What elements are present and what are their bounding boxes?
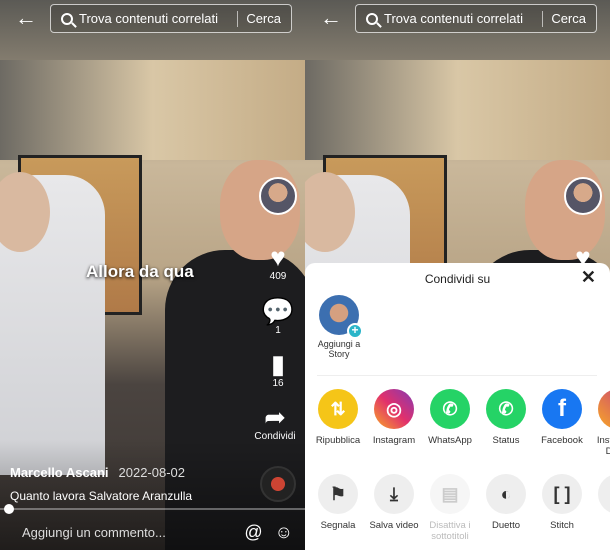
divider xyxy=(542,10,544,27)
download-icon: ⤓ xyxy=(374,474,414,514)
share-instagram-direct[interactable]: ◎ Instagram Direct xyxy=(590,389,610,457)
emoji-icon[interactable]: ☺ xyxy=(275,522,293,543)
app-label: Facebook xyxy=(541,435,583,446)
creator-avatar[interactable] xyxy=(564,177,602,215)
divider xyxy=(317,375,597,376)
share-button[interactable]: ➦ Condividi xyxy=(250,403,300,442)
post-date: 2022-08-02 xyxy=(118,465,186,480)
mention-icon[interactable]: @ xyxy=(244,522,262,543)
add-to-story-button[interactable]: + Aggiungi a Story xyxy=(315,295,363,359)
bookmark-icon: ▮ xyxy=(270,349,286,379)
action-label: Duetto xyxy=(492,520,520,531)
search-icon xyxy=(61,12,73,25)
progress-handle[interactable] xyxy=(4,504,14,514)
plus-icon: + xyxy=(347,323,363,339)
share-sheet: Condividi su ✕ + Aggiungi a Story ⇅ Ripub… xyxy=(305,263,610,550)
search-button[interactable]: Cerca xyxy=(246,11,281,26)
duet-icon: ◐ xyxy=(486,474,526,514)
avatar: + xyxy=(319,295,363,339)
whatsapp-icon: ✆ xyxy=(430,389,470,429)
facebook-icon: f xyxy=(542,389,582,429)
share-status[interactable]: ✆ Status xyxy=(478,389,534,457)
comment-button[interactable]: 💬 1 xyxy=(258,297,298,336)
share-instagram[interactable]: ◎ Instagram xyxy=(366,389,422,457)
comment-count: 1 xyxy=(275,325,281,336)
action-salva-video[interactable]: ⤓ Salva video xyxy=(366,474,422,542)
share-whatsapp[interactable]: ✆ WhatsApp xyxy=(422,389,478,457)
search-icon xyxy=(366,12,378,25)
share-arrow-icon: ➦ xyxy=(264,402,286,432)
action-label: Segnala xyxy=(320,520,356,531)
search-bar[interactable]: Trova contenuti correlati Cerca xyxy=(50,4,292,33)
divider xyxy=(237,10,239,27)
whatsapp-status-icon: ✆ xyxy=(486,389,526,429)
comment-bar[interactable]: Aggiungi un commento... @ ☺ xyxy=(0,515,305,550)
action-duetto[interactable]: ◐ Duetto xyxy=(478,474,534,542)
app-label: Instagram xyxy=(372,435,416,446)
comment-input[interactable]: Aggiungi un commento... xyxy=(22,525,244,540)
action-stitch[interactable]: [ ] Stitch xyxy=(534,474,590,542)
action-label: Disattiva i sottotitoli xyxy=(429,520,471,542)
music-disc-icon[interactable] xyxy=(260,466,296,502)
save-count: 16 xyxy=(272,378,284,389)
search-input[interactable]: Trova contenuti correlati xyxy=(79,11,237,26)
app-label: Instagram Direct xyxy=(596,435,610,457)
author[interactable]: Marcello Ascani xyxy=(10,465,109,480)
share-label: Condividi xyxy=(254,431,296,442)
search-button[interactable]: Cerca xyxy=(551,11,586,26)
search-input[interactable]: Trova contenuti correlati xyxy=(384,11,542,26)
action-segnala[interactable]: ⚑ Segnala xyxy=(310,474,366,542)
app-label: WhatsApp xyxy=(428,435,472,446)
wall xyxy=(0,60,305,160)
sheet-title: Condividi su xyxy=(424,272,491,286)
stitch-icon: [ ] xyxy=(542,474,582,514)
video-view: ← Trova contenuti correlati Cerca Allora… xyxy=(0,0,305,550)
instagram-direct-icon: ◎ xyxy=(598,389,610,429)
save-button[interactable]: ▮ 16 xyxy=(258,350,298,389)
comment-icon: 💬 xyxy=(261,296,295,326)
author-name[interactable]: Marcello Ascani 2022-08-02 xyxy=(10,465,185,480)
instagram-icon: ◎ xyxy=(374,389,414,429)
video-overlay-text: Allora da qua xyxy=(86,262,194,281)
app-label: Ripubblica xyxy=(315,435,361,446)
arrow-left-icon[interactable]: ← xyxy=(320,7,342,29)
action-label: Salva video xyxy=(369,520,419,531)
more-action-icon: ▮ xyxy=(598,474,610,514)
action-disattiva-sottotitoli: ▤ Disattiva i sottotitoli xyxy=(422,474,478,542)
wall xyxy=(305,60,610,160)
share-ripubblica[interactable]: ⇅ Ripubblica xyxy=(310,389,366,457)
share-view: ← Trova contenuti correlati Cerca ♥ Cond… xyxy=(305,0,610,550)
action-more[interactable]: ▮ xyxy=(590,474,610,542)
story-label: Aggiungi a Story xyxy=(317,339,361,359)
app-label: Status xyxy=(492,435,520,446)
action-label: Stitch xyxy=(550,520,574,531)
heart-icon: ♥ xyxy=(270,242,286,272)
video-description: Quanto lavora Salvatore Aranzulla xyxy=(10,489,193,503)
close-icon[interactable]: ✕ xyxy=(581,267,596,288)
progress-bar[interactable] xyxy=(0,504,305,514)
search-bar[interactable]: Trova contenuti correlati Cerca xyxy=(355,4,597,33)
creator-avatar[interactable] xyxy=(259,177,297,215)
flag-icon: ⚑ xyxy=(318,474,358,514)
share-facebook[interactable]: f Facebook xyxy=(534,389,590,457)
arrow-left-icon[interactable]: ← xyxy=(15,7,37,29)
like-button[interactable]: ♥ 409 xyxy=(258,243,298,282)
like-count: 409 xyxy=(269,271,287,282)
repost-icon: ⇅ xyxy=(318,389,358,429)
captions-off-icon: ▤ xyxy=(430,474,470,514)
